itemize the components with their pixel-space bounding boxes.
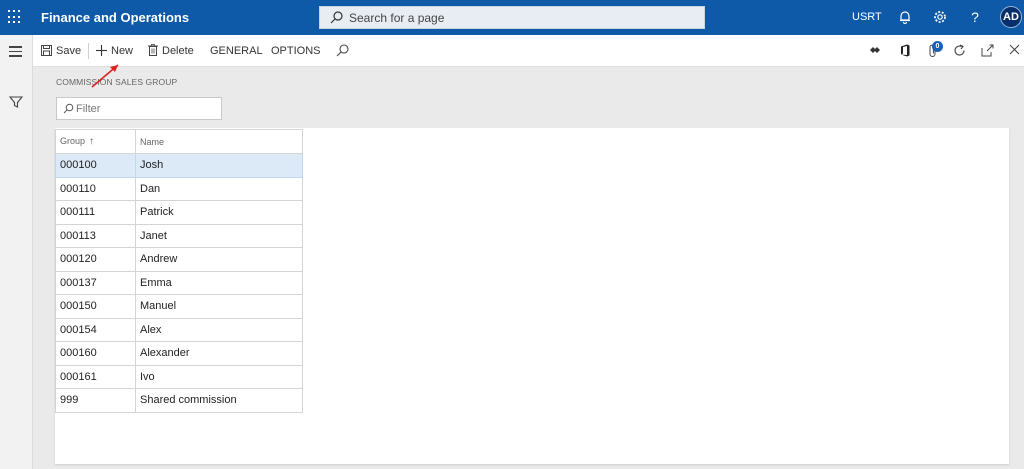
cell-group[interactable]: 000161 (55, 364, 136, 389)
table-row[interactable]: 000150 Manuel (55, 294, 303, 319)
user-avatar[interactable]: AD (1000, 6, 1022, 28)
refresh-icon[interactable] (953, 44, 966, 57)
table-row[interactable]: 000160 Alexander (55, 341, 303, 366)
cell-name[interactable]: Josh (135, 153, 303, 178)
annotation-arrow (91, 64, 119, 88)
filter-input[interactable]: Filter (56, 97, 222, 120)
search-for-page-input[interactable]: Search for a page (319, 6, 705, 29)
cell-group[interactable]: 000111 (55, 200, 136, 225)
cell-name[interactable]: Alex (135, 317, 303, 342)
search-icon (63, 103, 74, 114)
trash-icon (148, 44, 158, 56)
table-row[interactable]: 000113 Janet (55, 223, 303, 248)
office-icon[interactable] (899, 44, 911, 57)
delete-button[interactable]: Delete (148, 44, 194, 60)
company-picker[interactable]: USRT (852, 11, 882, 23)
top-navigation-bar: Finance and Operations Search for a page… (0, 0, 1024, 35)
table-row[interactable]: 000111 Patrick (55, 200, 303, 225)
cell-name[interactable]: Emma (135, 270, 303, 295)
filter-placeholder: Filter (76, 103, 101, 115)
cell-name[interactable]: Janet (135, 223, 303, 248)
left-navigation-pane (0, 35, 33, 469)
commission-sales-group-grid: Group ↑ Name 000100 Josh 000110 Dan 000111 Pat… (55, 129, 303, 413)
app-launcher-waffle-icon[interactable] (8, 10, 22, 24)
diamond-icon[interactable] (869, 44, 881, 56)
cell-name[interactable]: Alexander (135, 341, 303, 366)
cell-name[interactable]: Ivo (135, 364, 303, 389)
search-icon (336, 44, 349, 57)
cell-group[interactable]: 000154 (55, 317, 136, 342)
cell-name[interactable]: Manuel (135, 294, 303, 319)
cell-group[interactable]: 000120 (55, 247, 136, 272)
popout-icon[interactable] (981, 44, 994, 57)
bell-icon[interactable] (896, 8, 914, 26)
help-icon[interactable]: ? (968, 9, 982, 27)
table-row[interactable]: 000154 Alex (55, 317, 303, 342)
save-button[interactable]: Save (41, 44, 81, 60)
cell-group[interactable]: 000100 (55, 153, 136, 178)
tab-options[interactable]: OPTIONS (271, 44, 321, 60)
cell-name[interactable]: Patrick (135, 200, 303, 225)
cell-group[interactable]: 000113 (55, 223, 136, 248)
column-header-name[interactable]: Name (135, 129, 303, 154)
hamburger-icon[interactable] (9, 46, 22, 60)
close-icon[interactable] (1009, 44, 1020, 55)
table-row[interactable]: 000110 Dan (55, 176, 303, 201)
table-row[interactable]: 000100 Josh (55, 153, 303, 178)
table-row[interactable]: 000137 Emma (55, 270, 303, 295)
table-row[interactable]: 999 Shared commission (55, 388, 303, 413)
table-row[interactable]: 000161 Ivo (55, 364, 303, 389)
cell-group[interactable]: 000110 (55, 176, 136, 201)
table-row[interactable]: 000120 Andrew (55, 247, 303, 272)
tab-general[interactable]: GENERAL (210, 44, 263, 60)
action-search-button[interactable] (336, 44, 353, 60)
search-icon (330, 11, 343, 24)
cell-group[interactable]: 000150 (55, 294, 136, 319)
sort-ascending-icon[interactable]: ↑ (89, 136, 94, 147)
cell-group[interactable]: 999 (55, 388, 136, 413)
search-placeholder: Search for a page (349, 11, 445, 25)
gear-icon[interactable] (931, 8, 949, 26)
cell-group[interactable]: 000137 (55, 270, 136, 295)
cell-name[interactable]: Andrew (135, 247, 303, 272)
filter-icon[interactable] (9, 95, 23, 109)
action-pane: Save New Delete GENERAL OPTIONS 0 (33, 35, 1024, 67)
app-title[interactable]: Finance and Operations (41, 10, 189, 25)
delete-label: Delete (162, 45, 194, 57)
save-label: Save (56, 45, 82, 57)
cell-name[interactable]: Dan (135, 176, 303, 201)
cell-name[interactable]: Shared commission (135, 388, 303, 413)
save-icon (41, 45, 52, 56)
column-header-group[interactable]: Group ↑ (55, 129, 136, 154)
grid-header-row: Group ↑ Name (55, 129, 303, 154)
cell-group[interactable]: 000160 (55, 341, 136, 366)
attachments-count-badge: 0 (932, 41, 943, 52)
